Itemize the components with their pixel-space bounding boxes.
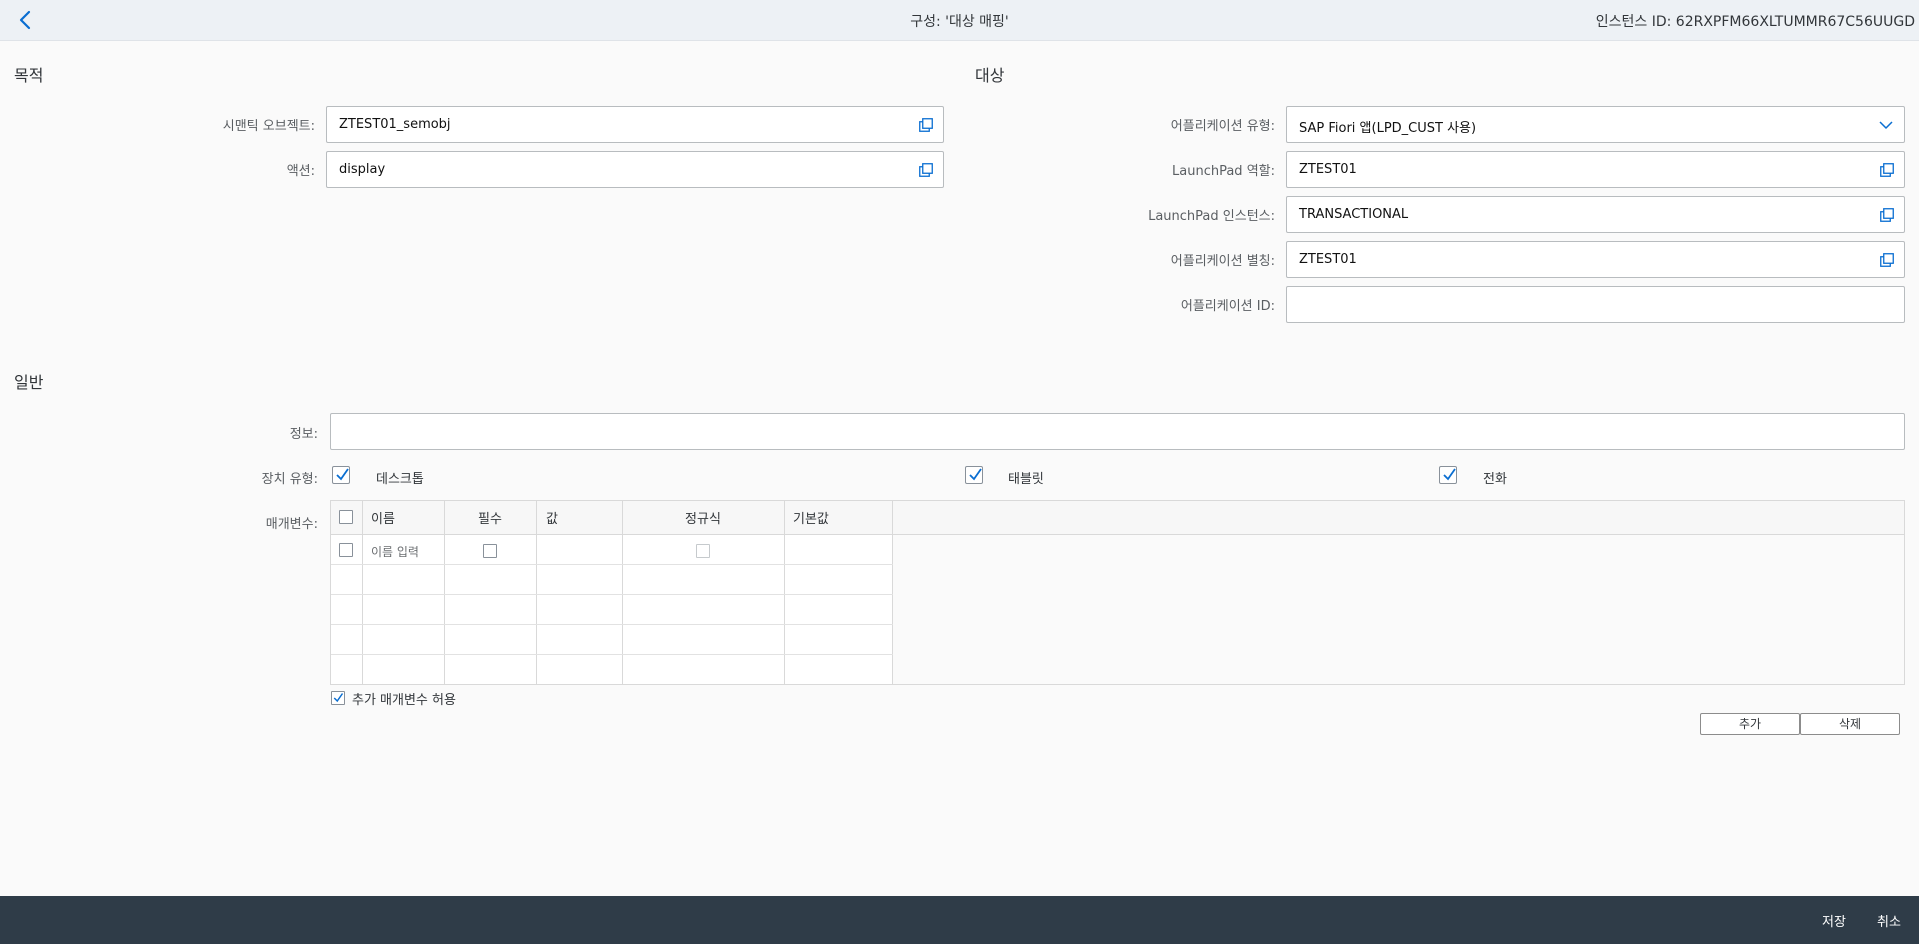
launchpad-instance-field[interactable]: TRANSACTIONAL [1286, 196, 1905, 233]
table-header-select [331, 501, 362, 535]
app-alias-value: ZTEST01 [1299, 252, 1357, 267]
param-name-input[interactable]: 이름 입력 [371, 543, 419, 560]
save-button[interactable]: 저장 [1822, 911, 1846, 930]
value-help-icon[interactable] [1880, 253, 1894, 267]
phone-label: 전화 [1483, 472, 1507, 487]
app-type-label: 어플리케이션 유형: [1170, 119, 1275, 134]
semantic-object-field[interactable]: ZTEST01_semobj [326, 106, 944, 143]
column-header-default: 기본값 [784, 501, 893, 535]
semantic-object-value: ZTEST01_semobj [339, 117, 451, 132]
table-header-filler [893, 501, 1904, 535]
instance-id: 인스턴스 ID: 62RXPFM66XLTUMMR67C56UUGD [1595, 14, 1915, 30]
row-divider [331, 594, 893, 595]
semantic-object-label: 시맨틱 오브젝트: [222, 119, 315, 134]
checkmark-icon [969, 468, 982, 481]
allow-additional-label: 추가 매개변수 허용 [352, 693, 456, 708]
section-title-purpose: 목적 [14, 66, 44, 85]
delete-parameter-button[interactable]: 삭제 [1800, 713, 1900, 735]
required-checkbox[interactable] [483, 544, 497, 558]
column-divider [892, 501, 893, 684]
phone-checkbox[interactable] [1439, 466, 1457, 484]
column-header-regex: 정규식 [622, 501, 784, 535]
column-header-value: 값 [536, 501, 622, 535]
device-type-label: 장치 유형: [261, 472, 318, 487]
shell-header: 구성: '대상 매핑' 인스턴스 ID: 62RXPFM66XLTUMMR67C… [0, 0, 1919, 41]
parameters-table: 이름 필수 값 정규식 기본값 이름 입력 [330, 500, 1905, 685]
app-alias-field[interactable]: ZTEST01 [1286, 241, 1905, 278]
column-divider [784, 501, 785, 684]
regex-checkbox [696, 544, 710, 558]
info-field[interactable] [330, 413, 1905, 450]
table-grid: 이름 필수 값 정규식 기본값 이름 입력 [331, 501, 893, 684]
row-divider [331, 654, 893, 655]
app-id-label: 어플리케이션 ID: [1180, 299, 1275, 314]
action-label: 액션: [286, 164, 315, 179]
app-type-select[interactable]: SAP Fiori 앱(LPD_CUST 사용) [1286, 106, 1905, 143]
allow-additional-checkbox[interactable] [331, 691, 345, 705]
desktop-label: 데스크톱 [376, 472, 424, 487]
row-divider [331, 624, 893, 625]
desktop-checkbox[interactable] [332, 466, 350, 484]
column-divider [362, 501, 363, 684]
value-help-icon[interactable] [1880, 208, 1894, 222]
column-divider [622, 501, 623, 684]
launchpad-role-label: LaunchPad 역할: [1172, 164, 1275, 179]
launchpad-role-value: ZTEST01 [1299, 162, 1357, 177]
row-select-checkbox[interactable] [339, 543, 353, 557]
add-parameter-button[interactable]: 추가 [1700, 713, 1800, 735]
main-content: 목적 대상 시맨틱 오브젝트: ZTEST01_semobj 액션: displ… [0, 41, 1919, 896]
checkmark-icon [1443, 468, 1456, 481]
value-help-icon[interactable] [919, 118, 933, 132]
section-title-target: 대상 [975, 66, 1005, 85]
app-id-field[interactable] [1286, 286, 1905, 323]
checkmark-icon [333, 693, 344, 703]
launchpad-instance-label: LaunchPad 인스턴스: [1148, 209, 1275, 224]
tablet-checkbox[interactable] [965, 466, 983, 484]
info-label: 정보: [289, 427, 318, 442]
select-all-checkbox[interactable] [339, 510, 353, 524]
launchpad-instance-value: TRANSACTIONAL [1299, 207, 1409, 222]
chevron-down-icon[interactable] [1878, 117, 1894, 133]
action-value: display [339, 162, 386, 177]
column-header-required: 필수 [444, 501, 536, 535]
checkmark-icon [336, 468, 349, 481]
section-title-general: 일반 [14, 373, 44, 392]
app-alias-label: 어플리케이션 별칭: [1170, 254, 1275, 269]
row-divider [331, 564, 893, 565]
cancel-button[interactable]: 취소 [1877, 911, 1901, 930]
column-header-name: 이름 [362, 501, 444, 535]
column-divider [444, 501, 445, 684]
value-help-icon[interactable] [1880, 163, 1894, 177]
launchpad-role-field[interactable]: ZTEST01 [1286, 151, 1905, 188]
footer-toolbar: 저장 취소 [0, 896, 1919, 944]
value-help-icon[interactable] [919, 163, 933, 177]
action-field[interactable]: display [326, 151, 944, 188]
app-type-value: SAP Fiori 앱(LPD_CUST 사용) [1299, 121, 1477, 136]
params-label: 매개변수: [265, 517, 318, 532]
column-divider [536, 501, 537, 684]
tablet-label: 태블릿 [1008, 472, 1044, 487]
